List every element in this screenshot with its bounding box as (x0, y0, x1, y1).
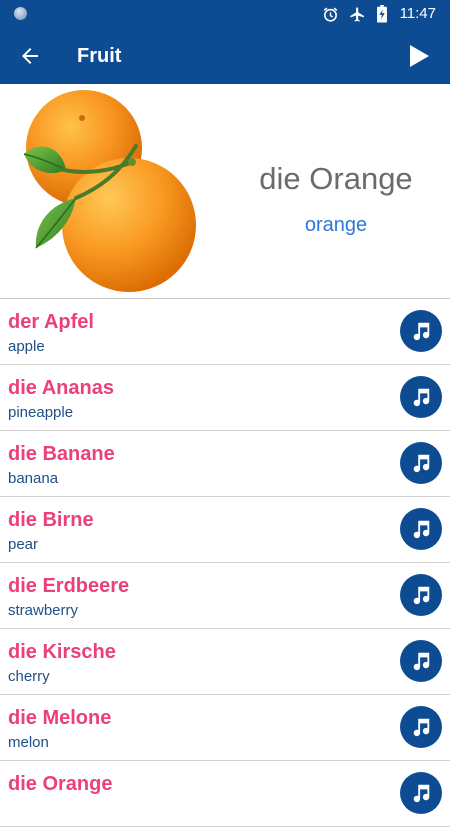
music-note-icon (413, 388, 430, 407)
word-text: der Apfel (8, 311, 94, 333)
translation-text: apple (8, 338, 45, 355)
translation-text: cherry (8, 668, 50, 685)
featured-word-translation: orange (304, 214, 368, 236)
list-item[interactable]: der Apfel apple (0, 299, 450, 365)
word-text: die Banane (8, 443, 115, 465)
list-item[interactable]: die Melone melon (0, 695, 450, 761)
list-item[interactable]: die Kirsche cherry (0, 629, 450, 695)
play-sound-button[interactable] (400, 442, 442, 484)
status-icons: 11:47 (322, 4, 436, 24)
status-bar: 11:47 (0, 0, 450, 28)
airplane-mode-icon (349, 6, 364, 22)
play-sound-button[interactable] (400, 508, 442, 550)
music-note-icon (413, 718, 430, 737)
play-sound-button[interactable] (400, 574, 442, 616)
alarm-icon (323, 7, 337, 22)
notification-dot-icon (14, 7, 27, 20)
word-text: die Birne (8, 509, 94, 531)
word-text: die Melone (8, 707, 112, 729)
word-text: die Erdbeere (8, 575, 130, 597)
featured-word-text: die Orange (259, 161, 413, 196)
featured-word: die Orange orange (0, 84, 450, 298)
play-sound-button[interactable] (400, 310, 442, 352)
status-time: 11:47 (399, 5, 436, 22)
play-sound-button[interactable] (400, 376, 442, 418)
app-toolbar: Fruit (0, 28, 450, 84)
translation-text: banana (8, 470, 59, 487)
translation-text: pear (8, 536, 39, 553)
list-item[interactable]: die Ananas pineapple (0, 365, 450, 431)
list-item[interactable]: die Erdbeere strawberry (0, 563, 450, 629)
battery-charging-icon (376, 5, 387, 23)
word-text: die Ananas (8, 377, 114, 399)
translation-text: strawberry (8, 602, 79, 619)
page-title: Fruit (77, 45, 122, 67)
word-text: die Orange (8, 773, 113, 795)
list-item[interactable]: die Orange (0, 761, 450, 827)
translation-text: pineapple (8, 404, 74, 421)
arrow-back-icon[interactable] (18, 44, 42, 68)
music-note-icon (413, 652, 430, 671)
play-icon[interactable] (408, 44, 430, 68)
orange-fruit-image (23, 90, 196, 292)
music-note-icon (413, 784, 430, 803)
translation-text: melon (8, 734, 49, 751)
music-note-icon (413, 454, 430, 473)
list-item[interactable]: die Birne pear (0, 497, 450, 563)
play-sound-button[interactable] (400, 706, 442, 748)
word-list: der Apfel apple die Ananas pineapple die… (0, 299, 450, 827)
music-note-icon (413, 520, 430, 539)
word-text: die Kirsche (8, 641, 116, 663)
list-item[interactable]: die Banane banana (0, 431, 450, 497)
play-sound-button[interactable] (400, 772, 442, 814)
music-note-icon (413, 322, 430, 341)
play-sound-button[interactable] (400, 640, 442, 682)
music-note-icon (413, 586, 430, 605)
